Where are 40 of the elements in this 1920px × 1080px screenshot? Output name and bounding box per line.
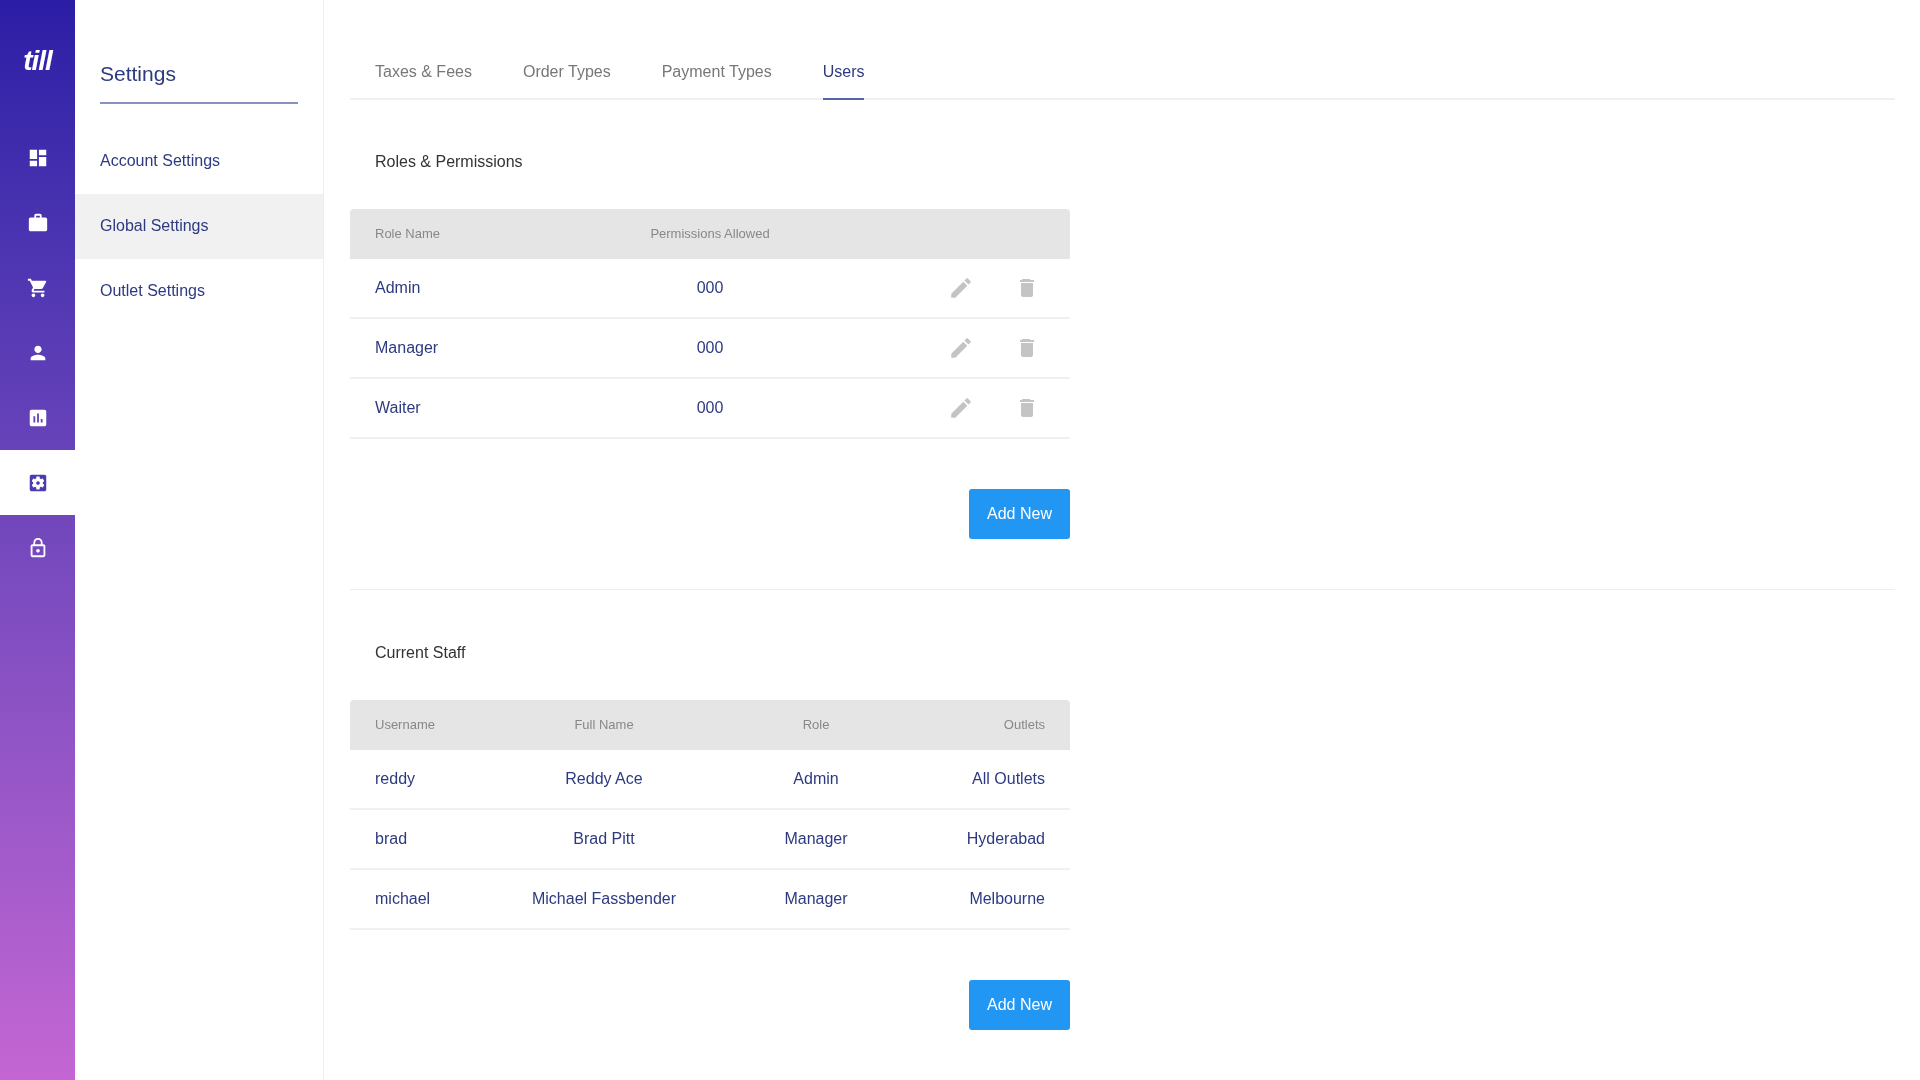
table-cell-text: Admin: [375, 278, 422, 298]
table-cell-text: Reddy Ace: [564, 769, 644, 789]
table-cell-text: reddy: [375, 769, 417, 789]
section-title: Current Staff: [374, 643, 467, 661]
table-cell-text: Waiter: [375, 398, 422, 418]
briefcase-icon: [26, 211, 49, 234]
table-cell-text: michael: [375, 889, 432, 909]
column-header: Permissions Allowed: [649, 225, 771, 244]
table-cell-text: 000: [695, 278, 725, 298]
menu-item[interactable]: Outlet Settings: [75, 258, 323, 324]
add-new-button[interactable]: Add New: [969, 980, 1070, 1030]
column-header: Role Name: [375, 225, 442, 244]
menu-item[interactable]: Global Settings: [75, 193, 323, 259]
table-cell-text: Hyderabad: [965, 829, 1045, 849]
cart-icon: [26, 276, 49, 299]
table-cell-text: Manager: [783, 889, 849, 909]
tab[interactable]: Order Types: [522, 60, 611, 100]
table-cell-text: Michael Fassbender: [530, 889, 678, 909]
section-title: Roles & Permissions: [374, 152, 524, 170]
logo: till: [23, 43, 52, 78]
table-cell-text: Brad Pitt: [572, 829, 636, 849]
column-header: Username: [375, 716, 436, 735]
panel-title: Settings: [100, 61, 177, 87]
table-cell-text: Admin: [792, 769, 840, 789]
column-header: Outlets: [1002, 716, 1045, 735]
table-cell-text: 000: [695, 338, 725, 358]
table-cell-text: brad: [375, 829, 409, 849]
table-cell-text: Manager: [783, 829, 849, 849]
table-cell-text: Manager: [375, 338, 440, 358]
table-cell-text: All Outlets: [971, 769, 1045, 789]
add-new-button[interactable]: Add New: [969, 489, 1070, 539]
menu-item[interactable]: Account Settings: [75, 128, 323, 194]
tab[interactable]: Taxes & Fees: [375, 60, 472, 100]
column-header: Role: [801, 716, 831, 735]
table-cell-text: 000: [695, 398, 725, 418]
nav-item[interactable]: [0, 450, 75, 515]
column-header: Full Name: [573, 716, 635, 735]
tab[interactable]: Payment Types: [661, 60, 772, 100]
table-cell-text: Melbourne: [968, 889, 1045, 909]
tab[interactable]: Users: [822, 60, 865, 100]
